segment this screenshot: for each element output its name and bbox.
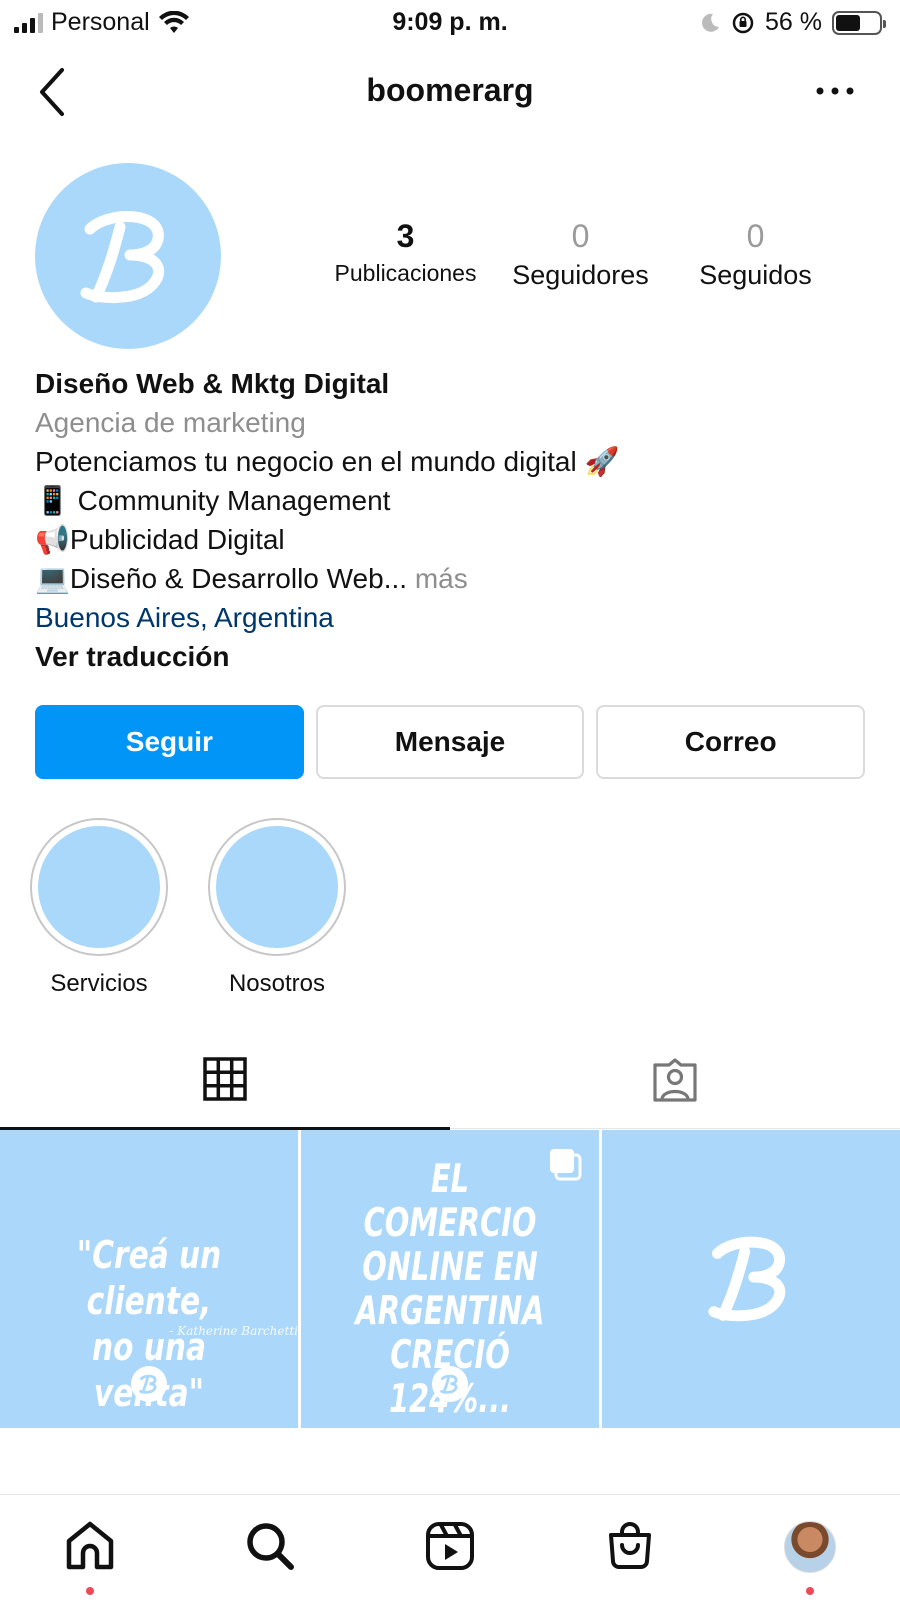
battery-percent: 56 % (765, 8, 822, 36)
post-1-signature: - Katherine Barchetti (169, 1324, 298, 1338)
highlight-label: Servicios (50, 970, 148, 997)
profile-header: boomerarg (0, 56, 900, 126)
profile-actions: Seguir Mensaje Correo (35, 705, 866, 779)
brand-logo-b (708, 1236, 786, 1322)
message-button[interactable]: Mensaje (315, 705, 585, 779)
status-right: 56 % (699, 8, 886, 37)
nav-shop[interactable] (540, 1495, 720, 1600)
post-tile-3[interactable] (602, 1130, 900, 1428)
notification-dot (86, 1587, 94, 1595)
post-2-line-2: ONLINE EN (362, 1245, 538, 1290)
following-label: Seguidos (699, 260, 812, 290)
battery-icon (832, 10, 886, 35)
highlight-servicios[interactable]: Servicios (30, 818, 168, 998)
posts-count: 3 (396, 218, 415, 254)
highlight-cover (38, 826, 160, 948)
profile-avatar-thumbnail (784, 1521, 836, 1573)
carousel-icon (550, 1149, 582, 1181)
tab-posts-grid[interactable] (0, 1045, 450, 1130)
battery-fill (836, 14, 860, 31)
location-link[interactable]: Buenos Aires, Argentina (35, 598, 875, 637)
tab-tagged[interactable] (450, 1045, 900, 1129)
profile-avatar[interactable] (35, 163, 221, 349)
bio-line-3: 📢Publicidad Digital (35, 524, 285, 555)
stat-following[interactable]: 0 Seguidos (668, 218, 843, 298)
bio-line-2: 📱 Community Management (35, 485, 391, 516)
followers-label: Seguidores (512, 260, 649, 290)
more-options-button[interactable] (810, 74, 860, 108)
bottom-navigation (0, 1494, 900, 1600)
highlight-cover (216, 826, 338, 948)
post-tile-2[interactable]: EL COMERCIO ONLINE EN ARGENTINA CRECIÓ 1… (301, 1130, 599, 1428)
status-bar: Personal 9:09 p. m. 56 % (0, 0, 900, 48)
post-1-logo (131, 1366, 167, 1402)
highlight-ring (30, 818, 168, 956)
rotation-lock-icon (732, 12, 754, 33)
profile-stats: 3 Publicaciones 0 Seguidores 0 Seguidos (318, 218, 878, 298)
brand-logo-b (139, 1374, 157, 1394)
home-icon (66, 1521, 114, 1570)
stat-followers[interactable]: 0 Seguidores (493, 218, 668, 298)
posts-grid: "Creá un cliente, no una venta" - Kather… (0, 1130, 900, 1428)
nav-home[interactable] (0, 1495, 180, 1600)
bio-more-link[interactable]: más (415, 563, 468, 594)
profile-tabs (0, 1045, 900, 1130)
brand-logo-b (440, 1374, 458, 1394)
grid-icon (203, 1057, 247, 1101)
nav-reels[interactable] (360, 1495, 540, 1600)
reels-icon (426, 1522, 474, 1570)
shop-bag-icon (609, 1522, 651, 1569)
brand-logo-b (80, 211, 165, 304)
post-tile-1[interactable]: "Creá un cliente, no una venta" - Kather… (0, 1130, 298, 1428)
highlight-ring (208, 818, 346, 956)
nav-search[interactable] (180, 1495, 360, 1600)
email-button[interactable]: Correo (596, 705, 866, 779)
profile-bio: Diseño Web & Mktg Digital Agencia de mar… (35, 364, 875, 676)
bio-line-4-text: 💻Diseño & Desarrollo Web... (35, 563, 408, 594)
profile-username: boomerarg (366, 72, 534, 108)
highlight-nosotros[interactable]: Nosotros (208, 818, 346, 998)
bio-line-4: 💻Diseño & Desarrollo Web... más (35, 559, 875, 598)
search-icon (247, 1523, 294, 1570)
notification-dot (806, 1587, 814, 1595)
following-count: 0 (746, 218, 765, 254)
stat-posts[interactable]: 3 Publicaciones (318, 218, 493, 298)
nav-profile[interactable] (720, 1495, 900, 1600)
post-2-line-1: EL COMERCIO (363, 1157, 537, 1246)
see-translation-link[interactable]: Ver traducción (35, 637, 875, 676)
follow-button[interactable]: Seguir (35, 705, 304, 779)
moon-icon (702, 13, 720, 32)
profile-category: Agencia de marketing (35, 407, 306, 438)
more-horizontal-icon (816, 87, 854, 95)
bio-line-1: Potenciamos tu negocio en el mundo digit… (35, 446, 620, 477)
posts-label: Publicaciones (334, 260, 477, 286)
profile-display-name: Diseño Web & Mktg Digital (35, 368, 390, 399)
tagged-user-icon (653, 1058, 697, 1102)
post-2-line-3: ARGENTINA CRECIÓ (355, 1289, 545, 1378)
post-2-logo (432, 1366, 468, 1402)
post-1-line-1: "Creá un cliente, (76, 1233, 222, 1323)
followers-count: 0 (571, 218, 590, 254)
highlight-label: Nosotros (228, 970, 326, 997)
story-highlights: Servicios Nosotros (30, 818, 346, 998)
